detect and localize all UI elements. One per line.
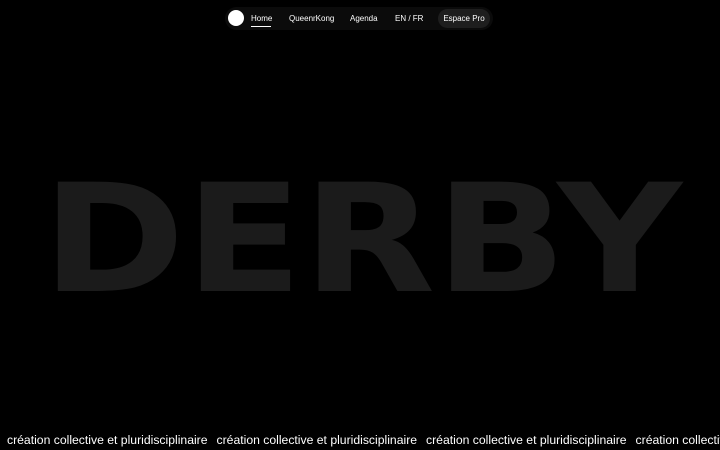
espace-pro-button[interactable]: Espace Pro (438, 9, 490, 28)
active-underline (251, 26, 271, 27)
marquee-item: création collective et pluridisciplinair… (216, 433, 418, 447)
marquee-banner: création collective et pluridisciplinair… (7, 431, 720, 449)
marquee-item: création collective et pluridisciplinair… (7, 433, 208, 447)
nav-queenrkong-link[interactable]: QueenrKong (289, 7, 334, 30)
hero-title-graphic: DERBY (42, 153, 685, 320)
nav-agenda-link[interactable]: Agenda (350, 7, 378, 30)
marquee-item: création collective et pluridisciplinair… (426, 433, 627, 447)
marquee-item: création collective et pluridisciplinair… (635, 433, 720, 447)
language-switcher[interactable]: EN / FR (395, 7, 423, 30)
hero: DERBY (0, 150, 720, 320)
top-navigation: Home QueenrKong Agenda EN / FR Espace Pr… (225, 7, 493, 30)
hero-title: DERBY (42, 153, 685, 320)
logo-circle-icon[interactable] (228, 10, 244, 26)
